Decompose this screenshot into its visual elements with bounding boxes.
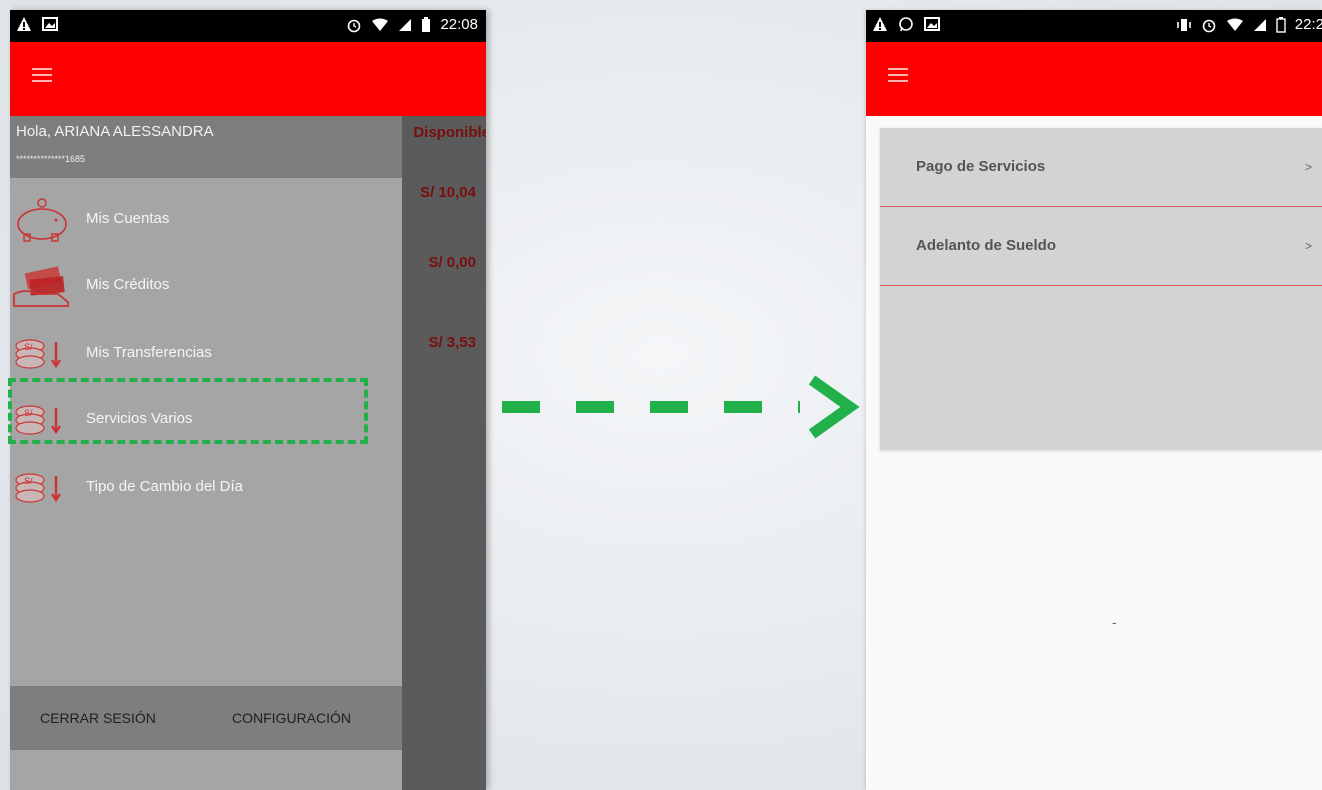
hamburger-menu-icon[interactable]	[888, 68, 908, 82]
battery-icon	[1276, 16, 1286, 33]
menu-row-pago-de-servicios[interactable]: Pago de Servicios >	[880, 128, 1322, 207]
money-hand-icon	[13, 266, 69, 307]
drawer-item-label: Mis Cuentas	[86, 210, 170, 227]
image-icon	[924, 17, 940, 31]
app-bar	[866, 42, 1322, 116]
alarm-icon	[348, 19, 361, 32]
chevron-right-icon: >	[1304, 239, 1312, 253]
status-bar: 22:08	[10, 10, 486, 42]
balance-value: S/ 0,00	[428, 254, 476, 271]
drawer-item-mis-transferencias[interactable]: S/ Mis Transferencias	[10, 326, 402, 382]
warning-icon	[17, 17, 31, 31]
wifi-icon	[372, 18, 389, 31]
menu-row-label: Adelanto de Sueldo	[916, 237, 1057, 254]
warning-icon	[873, 17, 887, 31]
signal-icon	[399, 18, 412, 31]
navigation-drawer: Hola, ARIANA ALESSANDRA **************16…	[10, 116, 402, 790]
svg-text:S/: S/	[24, 342, 33, 352]
balance-value: S/ 10,04	[420, 184, 476, 201]
balance-value: S/ 3,53	[428, 334, 476, 351]
chevron-right-icon: >	[1304, 160, 1312, 174]
wifi-icon	[1226, 18, 1243, 31]
user-greeting: Hola, ARIANA ALESSANDRA	[16, 123, 214, 140]
highlight-box	[8, 378, 368, 444]
status-time: 22:08	[440, 16, 478, 33]
drawer-footer: CERRAR SESIÓN CONFIGURACIÓN	[10, 686, 402, 750]
status-bar: 22:2	[866, 10, 1322, 42]
status-time: 22:2	[1294, 16, 1322, 33]
placeholder-text: -	[1112, 614, 1117, 630]
drawer-item-label: Mis Créditos	[86, 276, 170, 293]
image-icon	[42, 17, 58, 31]
svg-text:S/: S/	[24, 476, 33, 486]
app-bar	[10, 42, 486, 116]
right-phone-screen: 22:2 Pago de Servicios > Adelanto de Sue…	[866, 10, 1322, 790]
settings-button[interactable]: CONFIGURACIÓN	[232, 710, 351, 726]
transition-arrow-icon	[502, 375, 860, 439]
vibrate-icon	[1176, 18, 1191, 31]
signal-icon	[1253, 18, 1266, 31]
coins-transfer-icon: S/	[15, 339, 61, 369]
hamburger-menu-icon[interactable]	[32, 68, 52, 82]
drawer-item-label: Tipo de Cambio del Día	[86, 478, 244, 495]
drawer-item-mis-creditos[interactable]: Mis Créditos	[10, 258, 402, 314]
menu-row-adelanto-de-sueldo[interactable]: Adelanto de Sueldo >	[880, 207, 1322, 286]
available-header: Disponible	[413, 124, 486, 141]
logout-button[interactable]: CERRAR SESIÓN	[40, 710, 156, 726]
menu-row-label: Pago de Servicios	[916, 158, 1046, 175]
drawer-item-label: Mis Transferencias	[86, 344, 212, 361]
drawer-header: Hola, ARIANA ALESSANDRA **************16…	[10, 116, 402, 178]
alarm-icon	[1202, 19, 1216, 32]
account-number: **************1685	[16, 154, 86, 164]
coins-transfer-icon: S/	[15, 473, 61, 503]
drawer-item-tipo-de-cambio[interactable]: S/ Tipo de Cambio del Día	[10, 460, 402, 516]
drawer-item-mis-cuentas[interactable]: Mis Cuentas	[10, 192, 402, 248]
services-menu-card: Pago de Servicios > Adelanto de Sueldo >	[880, 128, 1322, 450]
whatsapp-icon	[899, 17, 913, 32]
piggy-bank-icon	[17, 198, 67, 242]
battery-icon	[422, 16, 431, 32]
